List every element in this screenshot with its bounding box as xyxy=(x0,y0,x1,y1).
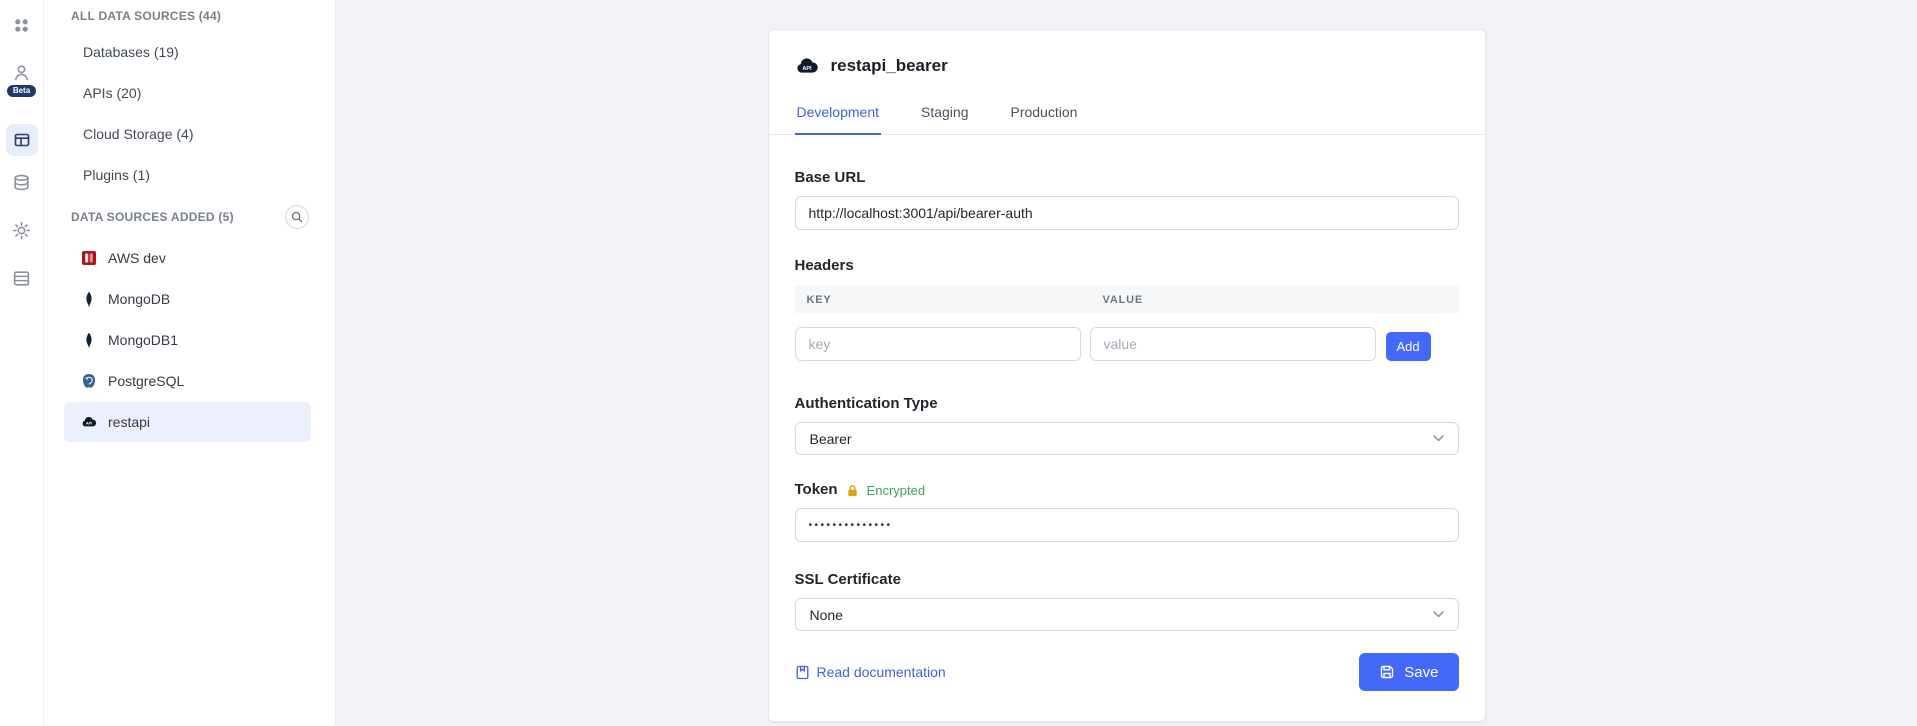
restapi-cloud-icon: API xyxy=(795,56,819,76)
nav-rail: Beta xyxy=(0,0,44,726)
sidebar-item-label: PostgreSQL xyxy=(108,373,184,389)
ssl-certificate-value: None xyxy=(810,607,843,623)
main-area: API restapi_bearer Development Staging P… xyxy=(336,0,1917,726)
environment-tabs: Development Staging Production xyxy=(769,102,1485,135)
sidebar-item-mongodb1[interactable]: MongoDB1 xyxy=(64,320,311,360)
mongodb-icon xyxy=(81,291,97,307)
added-datasources-header: DATA SOURCES ADDED (5) xyxy=(71,210,234,224)
value-column-header: VALUE xyxy=(1091,294,1143,306)
page-title: restapi_bearer xyxy=(831,56,948,76)
restapi-cloud-icon: API xyxy=(81,414,97,430)
aws-icon xyxy=(81,250,97,266)
ssl-certificate-label: SSL Certificate xyxy=(795,571,1459,589)
ssl-certificate-select[interactable]: None xyxy=(795,598,1459,631)
database-icon[interactable] xyxy=(12,172,32,192)
sidebar-item-plugins[interactable]: Plugins (1) xyxy=(44,154,335,195)
add-header-button[interactable]: Add xyxy=(1386,332,1431,361)
headers-table-header: KEY VALUE xyxy=(795,286,1459,313)
encrypted-badge: Encrypted xyxy=(867,483,926,498)
documentation-icon xyxy=(795,665,810,680)
token-label: Token xyxy=(795,481,838,499)
headers-label: Headers xyxy=(795,257,1459,275)
chevron-down-icon xyxy=(1433,435,1444,442)
save-icon xyxy=(1379,664,1395,680)
save-button[interactable]: Save xyxy=(1359,653,1458,691)
token-input[interactable] xyxy=(795,508,1459,542)
sidebar-item-label: restapi xyxy=(108,414,150,430)
sidebar-item-cloud-storage[interactable]: Cloud Storage (4) xyxy=(44,113,335,154)
sidebar-item-label: AWS dev xyxy=(108,250,166,266)
auth-type-label: Authentication Type xyxy=(795,395,1459,413)
all-datasources-header: ALL DATA SOURCES (44) xyxy=(44,0,335,31)
postgresql-icon xyxy=(81,373,97,389)
lock-icon xyxy=(846,484,859,497)
tab-staging[interactable]: Staging xyxy=(919,102,970,134)
sidebar-item-label: MongoDB xyxy=(108,291,170,307)
svg-text:API: API xyxy=(802,66,812,72)
sidebar-item-databases[interactable]: Databases (19) xyxy=(44,31,335,72)
search-button[interactable] xyxy=(285,205,309,229)
beta-badge: Beta xyxy=(7,85,36,97)
apps-grid-icon[interactable] xyxy=(12,15,32,35)
sidebar-item-restapi[interactable]: API restapi xyxy=(64,402,311,442)
base-url-input[interactable] xyxy=(795,196,1459,230)
datasource-sidebar: ALL DATA SOURCES (44) Databases (19) API… xyxy=(44,0,336,726)
search-icon xyxy=(291,211,303,223)
sidebar-item-label: MongoDB1 xyxy=(108,332,178,348)
settings-icon[interactable] xyxy=(12,220,32,240)
header-value-input[interactable] xyxy=(1090,327,1376,361)
data-sources-icon[interactable] xyxy=(6,124,38,156)
sidebar-item-apis[interactable]: APIs (20) xyxy=(44,72,335,113)
auth-type-select[interactable]: Bearer xyxy=(795,422,1459,455)
header-key-input[interactable] xyxy=(795,327,1081,361)
auth-type-value: Bearer xyxy=(810,431,852,447)
key-column-header: KEY xyxy=(795,294,1091,306)
audit-logs-icon[interactable] xyxy=(12,268,32,288)
base-url-label: Base URL xyxy=(795,169,1459,187)
chevron-down-icon xyxy=(1433,611,1444,618)
sidebar-item-aws-dev[interactable]: AWS dev xyxy=(64,238,311,278)
read-documentation-link[interactable]: Read documentation xyxy=(795,664,946,680)
users-icon[interactable] xyxy=(12,62,32,82)
sidebar-item-postgresql[interactable]: PostgreSQL xyxy=(64,361,311,401)
sidebar-item-mongodb[interactable]: MongoDB xyxy=(64,279,311,319)
mongodb-icon xyxy=(81,332,97,348)
tab-production[interactable]: Production xyxy=(1008,102,1079,134)
tab-development[interactable]: Development xyxy=(795,102,882,135)
datasource-config-panel: API restapi_bearer Development Staging P… xyxy=(768,29,1486,722)
svg-text:API: API xyxy=(86,422,92,426)
